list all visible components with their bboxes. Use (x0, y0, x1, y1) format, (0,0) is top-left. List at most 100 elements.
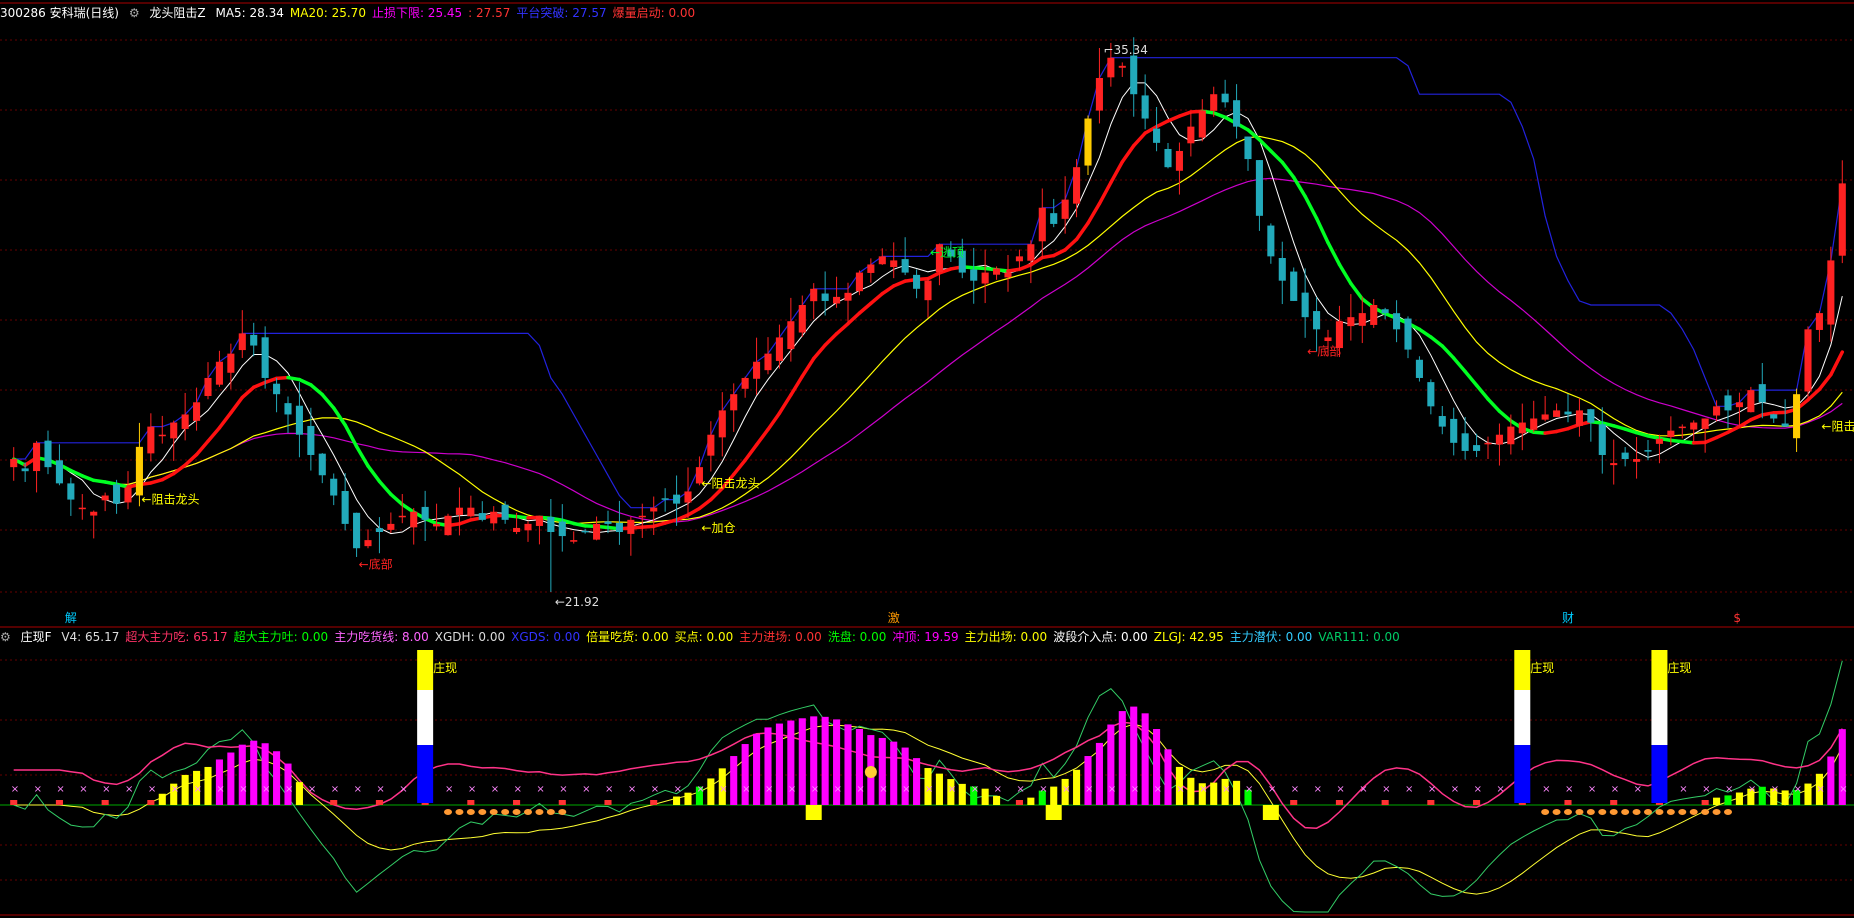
lurk-marker (1689, 809, 1698, 815)
candle-body (467, 507, 475, 517)
divergence-x-marker: × (1359, 784, 1367, 795)
sub-volume-bar (204, 766, 212, 805)
trend-signal-segment (571, 521, 587, 528)
divergence-x-marker: × (1679, 784, 1687, 795)
divergence-x-marker: × (1474, 784, 1482, 795)
lurk-marker (1586, 809, 1595, 815)
zx-tower-white (1651, 690, 1668, 745)
candle-body (707, 434, 715, 456)
price-chart[interactable]: ⌐35.34 ←21.92 ←阻击龙头 ←阻击龙头 ←阻击龙头 ←底部 ←底部 ←加仓 ←逃顶解… (0, 0, 1854, 918)
candle-body (364, 540, 372, 547)
candle-body (810, 288, 818, 302)
candle-body (21, 468, 29, 472)
candle-body (1370, 305, 1378, 325)
candle-body (410, 511, 418, 528)
sub-volume-bar (1164, 749, 1172, 805)
candle-body (1324, 337, 1332, 342)
candle-body (775, 337, 783, 361)
divergence-x-marker: × (536, 784, 544, 795)
candle-body (673, 494, 681, 504)
candle-body (1473, 445, 1481, 451)
candle-body (1015, 256, 1023, 262)
divergence-x-marker: × (1268, 784, 1276, 795)
candle-body (1598, 424, 1606, 455)
trend-signal-segment (1451, 356, 1467, 374)
sub-volume-bar (604, 800, 612, 805)
sub-volume-bar (1084, 756, 1092, 805)
candle-body (1541, 414, 1549, 420)
lurk-marker (1541, 809, 1550, 815)
candle-body (1267, 225, 1275, 257)
candle-body (513, 527, 521, 532)
divergence-x-marker: × (696, 784, 704, 795)
candle-body (1530, 418, 1538, 430)
trend-signal-segment (1611, 424, 1627, 431)
trend-signal-segment (1349, 281, 1365, 301)
candle-body (181, 414, 189, 429)
divergence-x-marker: × (308, 784, 316, 795)
candle-body (147, 426, 155, 454)
trend-signal-segment (1120, 143, 1136, 164)
candle-body (1713, 406, 1721, 416)
snipe-label-1: ←阻击龙头 (141, 493, 199, 507)
divergence-x-marker: × (948, 784, 956, 795)
candle-body (1564, 411, 1572, 415)
candle-body (1575, 410, 1583, 426)
lurk-marker (1666, 809, 1675, 815)
trend-signal-segment (343, 423, 359, 449)
sub-volume-bar (1141, 713, 1149, 805)
divergence-x-marker: × (742, 784, 750, 795)
trend-signal-segment (69, 468, 85, 478)
sub-volume-bar (798, 718, 806, 805)
divergence-x-marker: × (102, 784, 110, 795)
zx-label-2: 庄现 (1667, 660, 1691, 675)
candle-body (341, 491, 349, 524)
candle-body (250, 334, 258, 346)
trend-signal-segment (377, 479, 393, 497)
candle-body (1221, 93, 1229, 103)
trend-signal-segment (194, 439, 210, 457)
sub-volume-bar (158, 793, 166, 805)
divergence-x-marker: × (765, 784, 773, 795)
sub-volume-bar (1210, 782, 1218, 805)
trend-signal-segment (251, 380, 267, 390)
trend-signal-segment (1017, 263, 1033, 272)
candle-body (1141, 95, 1149, 119)
trend-signal-segment (80, 474, 96, 483)
candle-body (753, 361, 761, 379)
divergence-x-marker: × (125, 784, 133, 795)
zx-tower-blue (1514, 745, 1531, 803)
trend-signal-segment (880, 284, 896, 296)
candle-body (1827, 260, 1835, 325)
trend-signal-segment (834, 321, 850, 336)
sub-volume-bar (55, 800, 63, 805)
sub-volume-bar (913, 758, 921, 805)
divergence-x-marker: × (331, 784, 339, 795)
lurk-marker (1644, 809, 1652, 815)
candle-body (307, 425, 315, 455)
sub-volume-bar (1713, 797, 1721, 805)
sub-volume-bar (227, 752, 235, 805)
candle-body (1358, 313, 1366, 326)
candle-body (1290, 271, 1298, 301)
trend-signal-segment (1737, 417, 1753, 429)
lurk-marker (1678, 809, 1687, 815)
sub-volume-bar (147, 800, 155, 805)
sub-volume-bar (181, 774, 189, 805)
candle-body (1438, 416, 1446, 427)
candle-body (204, 377, 212, 396)
divergence-x-marker: × (879, 784, 887, 795)
candle-body (764, 353, 772, 371)
candle-body (1781, 423, 1789, 427)
sub-volume-bar (753, 733, 761, 805)
divergence-x-marker: × (1336, 784, 1344, 795)
divergence-x-marker: × (971, 784, 979, 795)
sub-volume-bar (10, 800, 18, 805)
trend-signal-segment (823, 332, 839, 347)
candle-body (330, 478, 338, 496)
sub-volume-bar (215, 759, 223, 805)
sub-volume-bar (1095, 742, 1103, 805)
trend-signal-segment (320, 392, 336, 410)
candle-body (375, 528, 383, 533)
trend-signal-segment (926, 271, 942, 281)
